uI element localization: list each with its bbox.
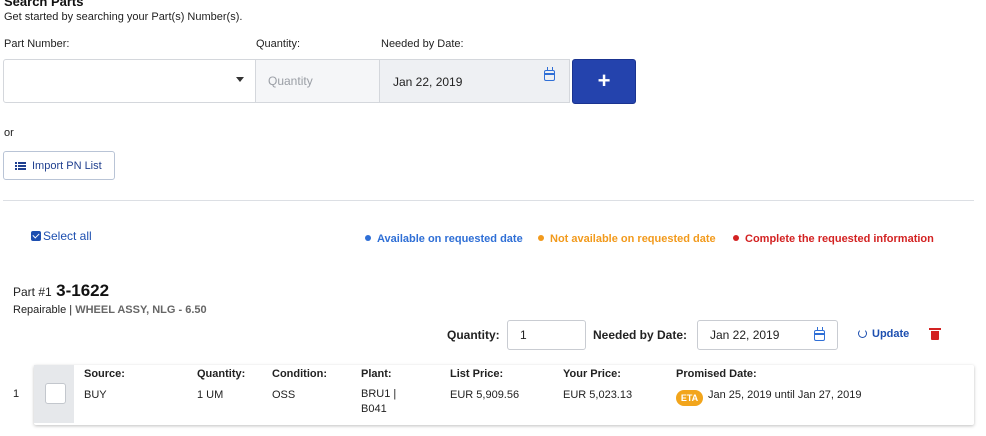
orange-dot-icon	[538, 235, 544, 241]
quantity-label: Quantity:	[256, 38, 301, 50]
page-title: Search Parts	[4, 0, 84, 9]
source-value: BUY	[84, 389, 107, 401]
condition-value: OSS	[272, 389, 296, 401]
part-number-select[interactable]	[3, 59, 256, 103]
quantity-col-label: Quantity:	[197, 368, 246, 380]
needed-by-date-value: Jan 22, 2019	[393, 75, 463, 89]
add-part-button[interactable]: +	[572, 59, 636, 104]
legend-not-available: Not available on requested date	[538, 233, 716, 245]
trash-icon[interactable]	[929, 328, 941, 340]
row-checkbox[interactable]	[45, 383, 66, 404]
eta-badge: ETA	[676, 390, 703, 406]
list-price-value: EUR 5,909.56	[450, 389, 520, 401]
part-number-label: Part Number:	[4, 38, 70, 50]
checked-box-icon	[31, 231, 41, 241]
calendar-icon[interactable]	[544, 67, 555, 81]
select-all-label: Select all	[43, 229, 92, 243]
red-dot-icon	[733, 235, 739, 241]
part-needed-by-label: Needed by Date:	[593, 328, 688, 342]
section-divider	[3, 200, 974, 201]
promised-date-value: Jan 25, 2019 until Jan 27, 2019	[708, 389, 862, 401]
quantity-col-value: 1 UM	[197, 389, 224, 401]
import-pn-list-button[interactable]: Import PN List	[3, 151, 115, 180]
condition-label: Condition:	[272, 368, 327, 380]
part-heading: Part #1 3-1622	[13, 281, 109, 301]
list-price-label: List Price:	[450, 368, 504, 380]
needed-by-date-label: Needed by Date:	[381, 38, 464, 50]
row-index: 1	[13, 388, 20, 400]
part-number: 3-1622	[56, 281, 110, 300]
part-needed-by-date-picker[interactable]: Jan 22, 2019	[697, 320, 838, 350]
page-subtitle: Get started by searching your Part(s) Nu…	[4, 11, 243, 23]
refresh-icon	[858, 329, 867, 338]
plant-label: Plant:	[361, 368, 392, 380]
part-prefix: Part #1	[13, 285, 52, 299]
calendar-icon[interactable]	[814, 327, 825, 341]
promised-date-label: Promised Date:	[676, 368, 757, 380]
caret-down-icon	[236, 77, 244, 82]
source-label: Source:	[84, 368, 125, 380]
blue-dot-icon	[365, 235, 371, 241]
list-icon	[15, 162, 26, 170]
update-button[interactable]: Update	[858, 328, 909, 340]
part-needed-by-value: Jan 22, 2019	[710, 328, 780, 342]
part-description-line: Repairable | WHEEL ASSY, NLG - 6.50	[13, 304, 207, 316]
import-pn-list-label: Import PN List	[32, 160, 102, 172]
part-description: WHEEL ASSY, NLG - 6.50	[75, 304, 207, 316]
your-price-value: EUR 5,023.13	[563, 389, 633, 401]
your-price-label: Your Price:	[563, 368, 621, 380]
needed-by-date-picker[interactable]: Jan 22, 2019	[380, 59, 570, 103]
part-quantity-input[interactable]	[507, 320, 586, 350]
or-separator: or	[4, 127, 14, 139]
part-quantity-label: Quantity:	[447, 328, 500, 342]
quantity-input[interactable]	[256, 59, 380, 103]
part-type: Repairable |	[13, 304, 73, 316]
legend-complete-info: Complete the requested information	[733, 233, 934, 245]
legend-available: Available on requested date	[365, 233, 523, 245]
plant-value: BRU1 | B041	[361, 388, 397, 415]
